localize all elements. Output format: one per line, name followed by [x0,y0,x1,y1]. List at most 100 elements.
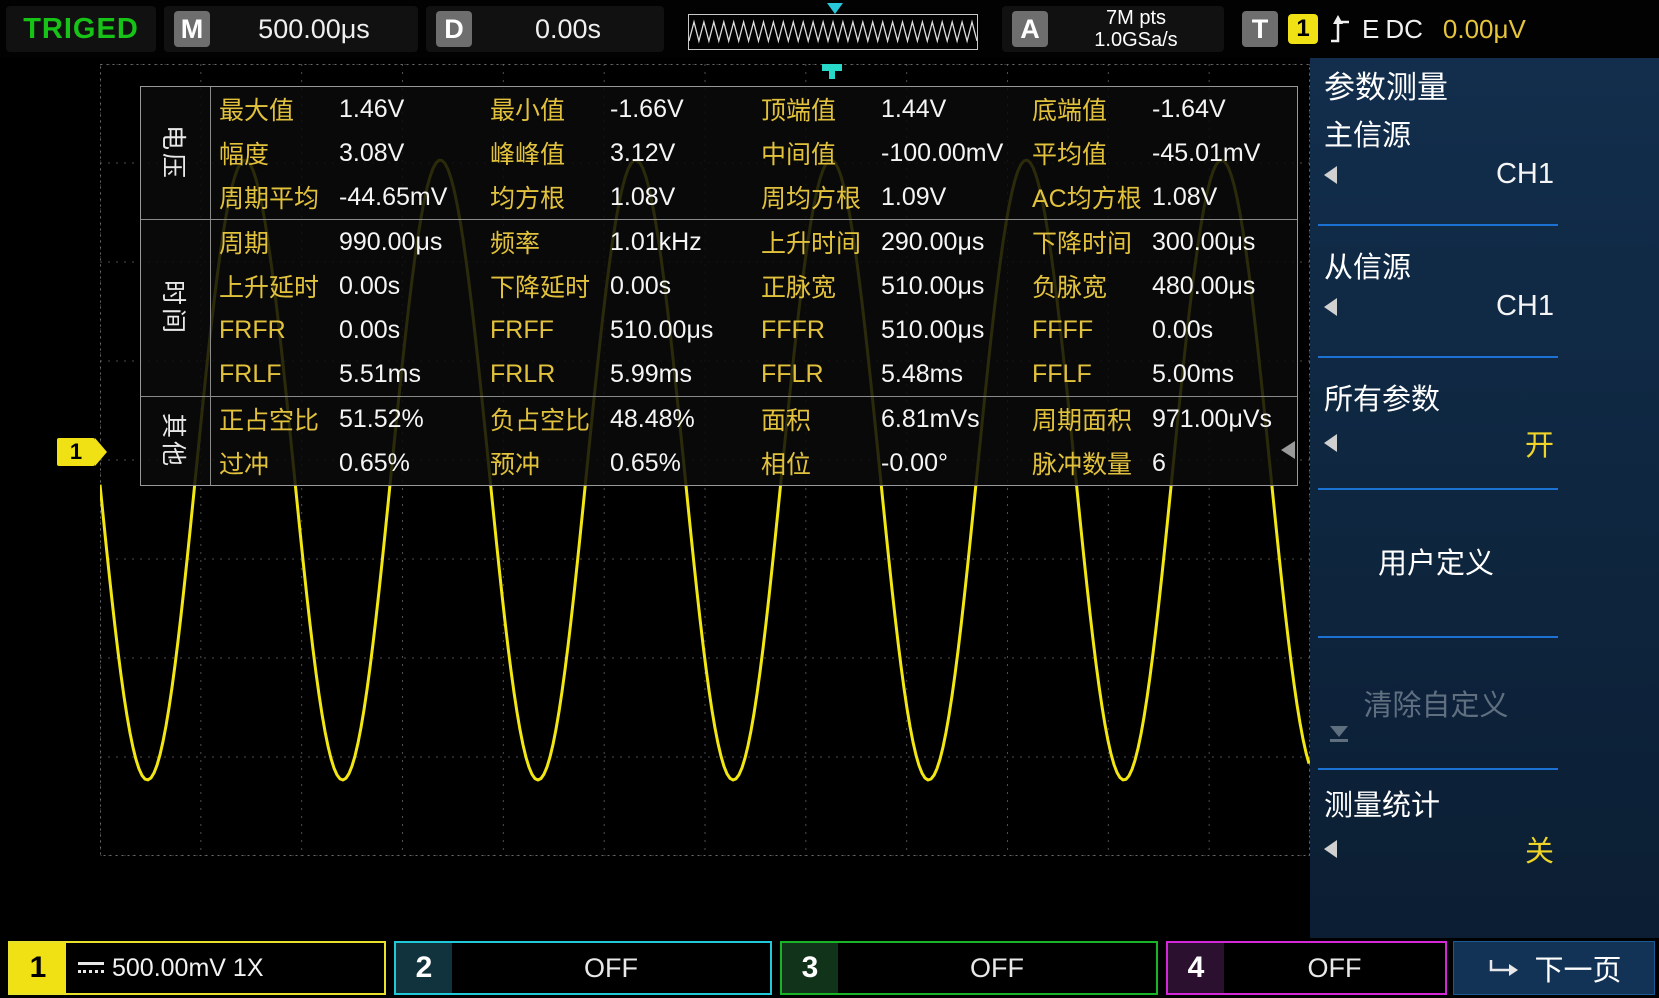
sidebar-item-all-params[interactable]: 所有参数 [1324,376,1440,418]
trigger-source-badge: 1 [1288,14,1318,44]
measurement-label: 正脉宽 [761,268,873,304]
measurement-cell: FRLR5.99ms [482,360,753,389]
measurement-label: 均方根 [490,179,602,215]
sidebar-selector-all-params[interactable]: 开 [1324,422,1554,464]
channel-4-box[interactable]: 4OFF [1166,941,1447,995]
measurement-value: 6.81mVs [881,405,980,434]
measurement-cell: 峰峰值 3.12V [482,135,753,171]
measurement-value: 6 [1152,449,1166,478]
sidebar-item-main-source[interactable]: 主信源 [1324,112,1411,154]
measurement-value: 51.52% [339,405,424,434]
measurement-label: 相位 [761,445,873,481]
measurement-value: 510.00μs [610,316,713,345]
channel-4-number: 4 [1168,943,1224,993]
sidebar-selector-main-source[interactable]: CH1 [1324,158,1554,191]
sidebar-item-measure-stats[interactable]: 测量统计 [1324,782,1440,824]
menu-separator [1318,224,1558,226]
channel-2-box[interactable]: 2OFF [394,941,772,995]
dc-coupling-icon [78,962,104,975]
left-arrow-icon [1324,434,1337,452]
measurement-group: 其他 [141,397,211,485]
measurement-value: 0.00s [339,272,400,301]
trigger-position-pointer-icon[interactable] [827,3,843,14]
timebase-value: 500.00μs [220,14,408,45]
measurement-group-label: 时间 [157,280,193,336]
measurement-cell: 预冲0.65% [482,445,753,481]
sidebar-selector-measure-stats[interactable]: 关 [1324,828,1554,870]
measurement-value: 480.00μs [1152,272,1255,301]
measurement-label: 面积 [761,401,873,437]
delay-d-icon: D [436,11,472,47]
next-page-button[interactable]: 下一页 [1453,941,1655,995]
measurement-group-label: 电压 [157,125,193,181]
waveform-preview-strip[interactable] [688,14,978,50]
menu-title: 参数测量 [1324,62,1448,107]
measurement-cell: 周期平均-44.65mV [211,179,482,215]
horizontal-preview[interactable] [672,6,994,52]
measurement-cell: 周均方根 1.09V [753,179,1024,215]
measurement-cell: FFLR5.48ms [753,360,1024,389]
measurement-section: 电压最大值1.46V最小值-1.66V顶端值1.44V底端值-1.64V幅度3.… [141,87,1297,220]
measurement-cell: 上升时间290.00μs [753,224,1024,260]
measurement-group: 电压 [141,87,211,219]
measurement-cell: 上升延时0.00s [211,268,482,304]
measurement-label: 峰峰值 [490,135,602,171]
trigger-position-marker[interactable] [822,64,842,71]
measurement-value: 5.00ms [1152,360,1234,389]
measurement-label: FFLF [1032,360,1144,389]
measurement-cell: 中间值-100.00mV [753,135,1024,171]
measurement-group-label: 其他 [157,413,193,469]
measurement-label: 平均值 [1032,135,1144,171]
sidebar-item-from-source[interactable]: 从信源 [1324,244,1411,286]
rising-edge-icon [1328,12,1352,46]
channel-3-box[interactable]: 3OFF [780,941,1158,995]
trigger-status: TRIGED [23,13,139,46]
measurement-section: 时间周期990.00μs频率1.01kHz上升时间290.00μs下降时间300… [141,220,1297,397]
trigger-segment[interactable]: T 1 E DC 0.00μV [1232,6,1572,52]
measurement-label: FFFR [761,316,873,345]
measurement-value: 48.48% [610,405,695,434]
measurement-cell: FRFR0.00s [211,316,482,345]
acquire-segment[interactable]: A 7M pts 1.0GSa/s [1002,6,1224,52]
measurement-value: 0.65% [339,449,410,478]
delay-segment[interactable]: D 0.00s [426,6,664,52]
timebase-segment[interactable]: M 500.00μs [164,6,418,52]
next-page-arrow-icon [1486,956,1520,980]
menu-collapse-arrow-icon[interactable] [1281,441,1295,459]
measurement-value: 3.12V [610,139,675,168]
channel-3-state: OFF [838,953,1156,984]
measurement-label: 顶端值 [761,91,873,127]
trigger-t-icon: T [1242,11,1278,47]
channel-1-box[interactable]: 1500.00mV 1X [8,941,386,995]
measurement-label: 脉冲数量 [1032,445,1144,481]
measurement-value: 1.09V [881,183,946,212]
measurement-value: 290.00μs [881,228,984,257]
menu-separator [1318,768,1558,770]
measurement-label: 周均方根 [761,179,873,215]
measurement-cell: AC均方根1.08V [1024,179,1295,215]
measurement-cell: 均方根1.08V [482,179,753,215]
measurement-label: FRFF [490,316,602,345]
channel-bar: 1500.00mV 1X2OFF3OFF4OFF 下一页 [0,938,1659,998]
sidebar-selector-from-source[interactable]: CH1 [1324,290,1554,323]
sidebar-item-user-define[interactable]: 用户定义 [1310,540,1562,582]
left-arrow-icon [1324,840,1337,858]
measurement-label: 周期 [219,224,331,260]
measurement-value: 1.46V [339,95,404,124]
channel1-marker-label: 1 [70,439,82,465]
measurement-cell: 相位-0.00° [753,445,1024,481]
trigger-type: E [1362,14,1379,45]
measurement-row: 上升延时0.00s下降延时0.00s正脉宽510.00μs负脉宽480.00μs [211,264,1297,308]
channel1-position-marker[interactable]: 1 [57,438,95,466]
measurement-cell: FRLF5.51ms [211,360,482,389]
measurement-cell: 平均值-45.01mV [1024,135,1295,171]
measurement-value: 510.00μs [881,272,984,301]
measurement-value: 0.00s [1152,316,1213,345]
trigger-coupling: DC [1385,14,1423,45]
measurement-label: 中间值 [761,135,873,171]
measurement-label: 负脉宽 [1032,268,1144,304]
measurement-row: FRFR0.00sFRFF510.00μsFFFR510.00μsFFFF0.0… [211,308,1297,352]
measurement-cell: 下降时间300.00μs [1024,224,1295,260]
trigger-status-segment: TRIGED [6,6,156,52]
oscilloscope-screen: TRIGED M 500.00μs D 0.00s A 7M pts 1.0GS… [0,0,1659,998]
